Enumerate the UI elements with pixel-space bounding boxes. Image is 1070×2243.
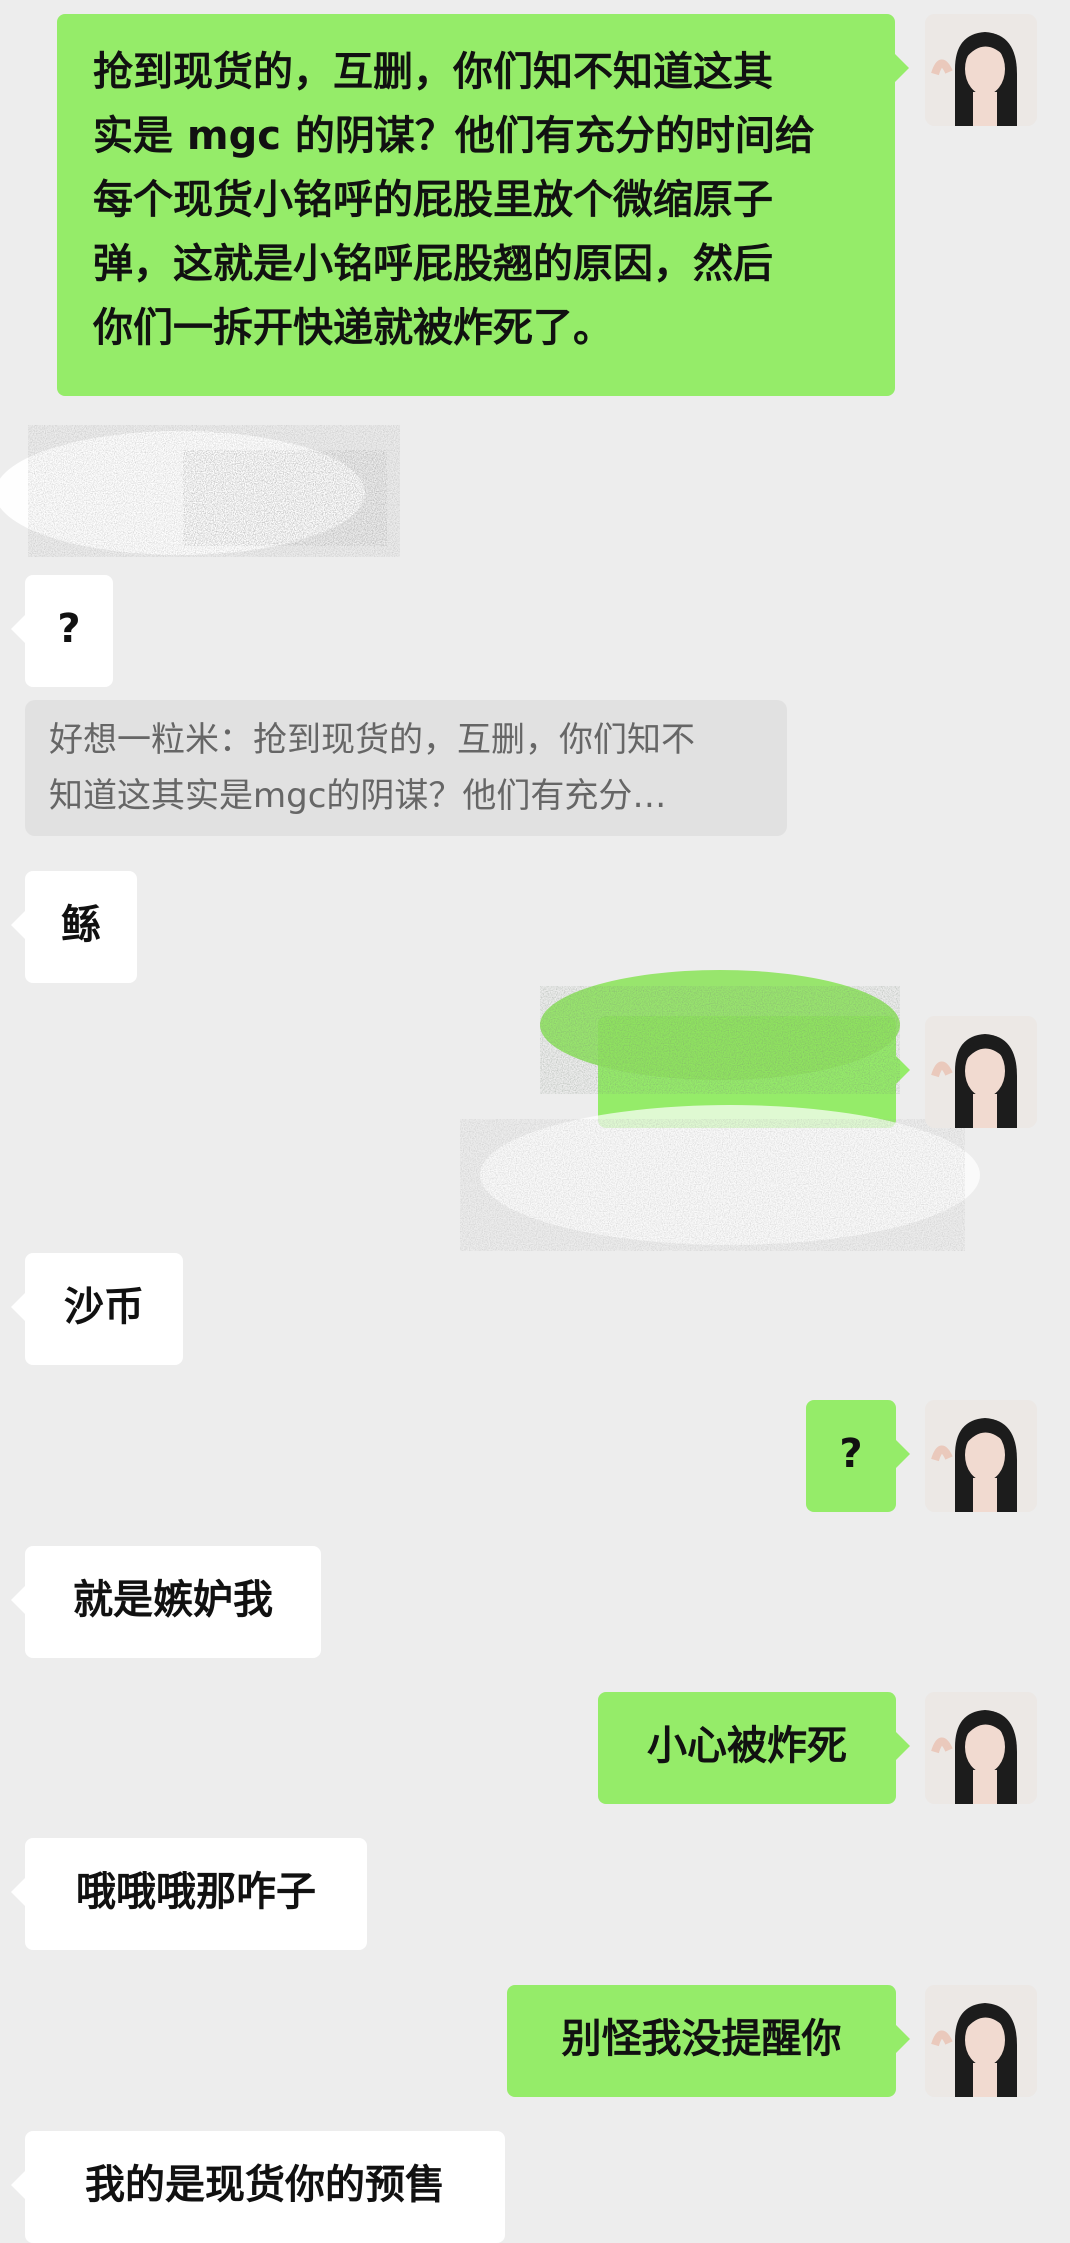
- quote-line: 知道这其实是mgc的阴谋？他们有充分…: [49, 776, 667, 816]
- incoming-message-bubble[interactable]: ?: [11, 575, 113, 687]
- redacted-message-scribble: [0, 431, 380, 555]
- message-line: 实是 mgc 的阴谋？他们有充分的时间给: [93, 113, 815, 159]
- message-text: 别怪我没提醒你: [561, 2016, 842, 2062]
- incoming-message-bubble[interactable]: 哦哦哦那咋子: [11, 1838, 367, 1950]
- message-text: 鲧: [61, 902, 101, 948]
- message-line: 抢到现货的，互删，你们知不知道这其: [93, 49, 773, 95]
- message-text: ?: [839, 1431, 863, 1477]
- message-text: ?: [57, 606, 81, 652]
- message-line: 弹，这就是小铭呼屁股翘的原因，然后: [93, 241, 773, 287]
- avatar-icon: [925, 1400, 1037, 1512]
- message-text: 沙币: [64, 1284, 144, 1330]
- outgoing-message-bubble[interactable]: 别怪我没提醒你: [507, 1985, 910, 2097]
- quote-line: 好想一粒米：抢到现货的，互删，你们知不: [49, 720, 695, 760]
- quoted-reply[interactable]: 好想一粒米：抢到现货的，互删，你们知不 知道这其实是mgc的阴谋？他们有充分…: [25, 700, 787, 836]
- message-line: 每个现货小铭呼的屁股里放个微缩原子: [93, 177, 773, 223]
- incoming-message-bubble[interactable]: 就是嫉妒我: [11, 1546, 321, 1658]
- message-text: 哦哦哦那咋子: [76, 1869, 316, 1915]
- user-avatar[interactable]: [925, 14, 1037, 126]
- incoming-message-bubble[interactable]: 鲧: [11, 871, 137, 983]
- avatar-icon: [925, 14, 1037, 126]
- message-text: 我的是现货你的预售: [85, 2162, 445, 2208]
- outgoing-message-bubble[interactable]: 小心被炸死: [598, 1692, 910, 1804]
- user-avatar[interactable]: [925, 1400, 1037, 1512]
- avatar-icon: [925, 1016, 1037, 1128]
- user-avatar[interactable]: [925, 1016, 1037, 1128]
- incoming-message-bubble[interactable]: 我的是现货你的预售: [11, 2131, 505, 2243]
- outgoing-message-bubble[interactable]: 抢到现货的，互删，你们知不知道这其 实是 mgc 的阴谋？他们有充分的时间给 每…: [57, 14, 909, 396]
- outgoing-message-bubble[interactable]: ?: [806, 1400, 910, 1512]
- user-avatar[interactable]: [925, 1692, 1037, 1804]
- message-line: 你们一拆开快递就被炸死了。: [93, 305, 613, 351]
- avatar-icon: [925, 1985, 1037, 2097]
- message-text: 就是嫉妒我: [73, 1577, 273, 1623]
- redacted-message-scribble: [470, 970, 980, 1245]
- message-text: 小心被炸死: [647, 1723, 847, 1769]
- incoming-message-bubble[interactable]: 沙币: [11, 1253, 183, 1365]
- user-avatar[interactable]: [925, 1985, 1037, 2097]
- avatar-icon: [925, 1692, 1037, 1804]
